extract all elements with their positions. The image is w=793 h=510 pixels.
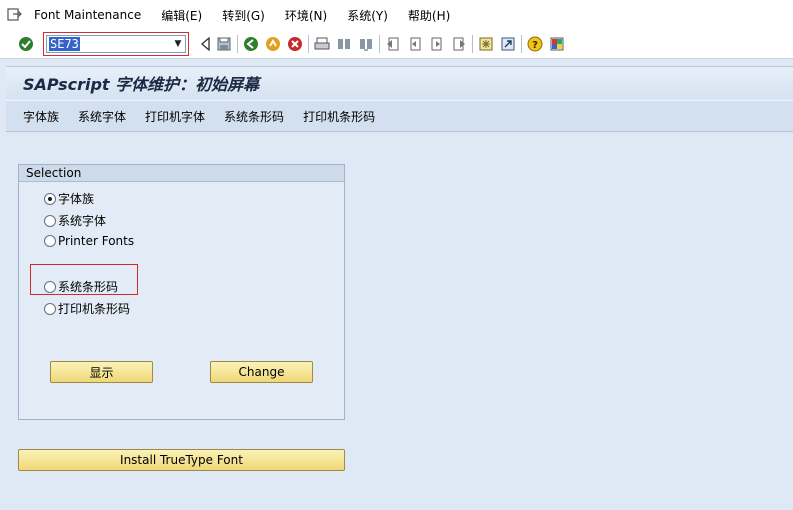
app-button-system-fonts[interactable]: 系统字体 [78, 108, 126, 125]
find-next-icon[interactable] [357, 35, 375, 53]
menu-goto[interactable]: 转到(G) [222, 7, 265, 24]
cancel-icon[interactable] [286, 35, 304, 53]
svg-text:?: ? [532, 40, 538, 51]
save-icon[interactable] [215, 35, 233, 53]
app-button-system-barcodes[interactable]: 系统条形码 [224, 108, 284, 125]
radio-label: 系统字体 [58, 214, 107, 228]
chevron-down-icon[interactable]: ▼ [171, 36, 185, 52]
help-icon[interactable]: ? [526, 35, 544, 53]
app-button-printer-barcodes[interactable]: 打印机条形码 [303, 108, 375, 125]
radio-label: 系统条形码 [58, 280, 119, 294]
radio-printer-fonts[interactable]: Printer Fonts [44, 234, 134, 248]
app-button-printer-fonts[interactable]: 打印机字体 [145, 108, 205, 125]
menu-edit[interactable]: 编辑(E) [161, 7, 202, 24]
next-page-icon[interactable] [428, 35, 446, 53]
last-page-icon[interactable] [450, 35, 468, 53]
toolbar-separator [521, 35, 522, 53]
toolbar-separator [472, 35, 473, 53]
standard-toolbar: SE73 ▼ ? [0, 30, 793, 59]
layout-menu-icon[interactable] [548, 35, 566, 53]
radio-button[interactable] [44, 235, 56, 247]
radio-font-family[interactable]: 字体族 [44, 190, 94, 207]
radio-label: Printer Fonts [58, 234, 135, 248]
radio-button[interactable] [44, 302, 56, 315]
back-arrow-icon[interactable] [197, 35, 215, 53]
radio-button[interactable] [44, 280, 56, 293]
previous-page-icon[interactable] [406, 35, 424, 53]
menu-environment[interactable]: 环境(N) [285, 7, 327, 24]
menu-font-maintenance[interactable]: Font Maintenance [34, 8, 141, 22]
toolbar-separator [308, 35, 309, 53]
radio-system-barcodes[interactable]: 系统条形码 [44, 278, 118, 295]
first-page-icon[interactable] [384, 35, 402, 53]
radio-label: 字体族 [58, 192, 95, 206]
command-field[interactable]: SE73 ▼ [46, 35, 186, 53]
page-title: SAPscript 字体维护：初始屏幕 [23, 75, 260, 94]
install-truetype-font-button[interactable]: Install TrueType Font [18, 449, 345, 471]
command-field-frame: SE73 ▼ [43, 32, 189, 56]
display-button[interactable]: 显示 [50, 361, 153, 383]
toolbar-separator [237, 35, 238, 53]
create-shortcut-icon[interactable] [499, 35, 517, 53]
radio-button[interactable] [44, 214, 56, 227]
app-button-font-family[interactable]: 字体族 [23, 108, 59, 125]
application-toolbar: 字体族 系统字体 打印机字体 系统条形码 打印机条形码 [6, 100, 793, 132]
exit-icon[interactable] [264, 35, 282, 53]
enter-check-icon[interactable] [17, 35, 35, 53]
menu-bar: Font Maintenance 编辑(E) 转到(G) 环境(N) 系统(Y)… [0, 0, 793, 30]
back-icon[interactable] [242, 35, 260, 53]
radio-printer-barcodes[interactable]: 打印机条形码 [44, 300, 130, 317]
menu-help[interactable]: 帮助(H) [408, 7, 450, 24]
radio-button-checked[interactable] [44, 192, 56, 205]
radio-system-fonts[interactable]: 系统字体 [44, 212, 106, 229]
find-icon[interactable] [335, 35, 353, 53]
toolbar-separator [379, 35, 380, 53]
title-bar: SAPscript 字体维护：初始屏幕 [6, 66, 793, 99]
print-icon[interactable] [313, 35, 331, 53]
radio-label: 打印机条形码 [58, 302, 131, 316]
menu-system[interactable]: 系统(Y) [347, 7, 388, 24]
new-session-icon[interactable] [477, 35, 495, 53]
selection-heading: Selection [19, 165, 344, 182]
menu-exit-icon[interactable] [7, 7, 23, 23]
change-button[interactable]: Change [210, 361, 313, 383]
command-field-value[interactable]: SE73 [49, 37, 80, 51]
